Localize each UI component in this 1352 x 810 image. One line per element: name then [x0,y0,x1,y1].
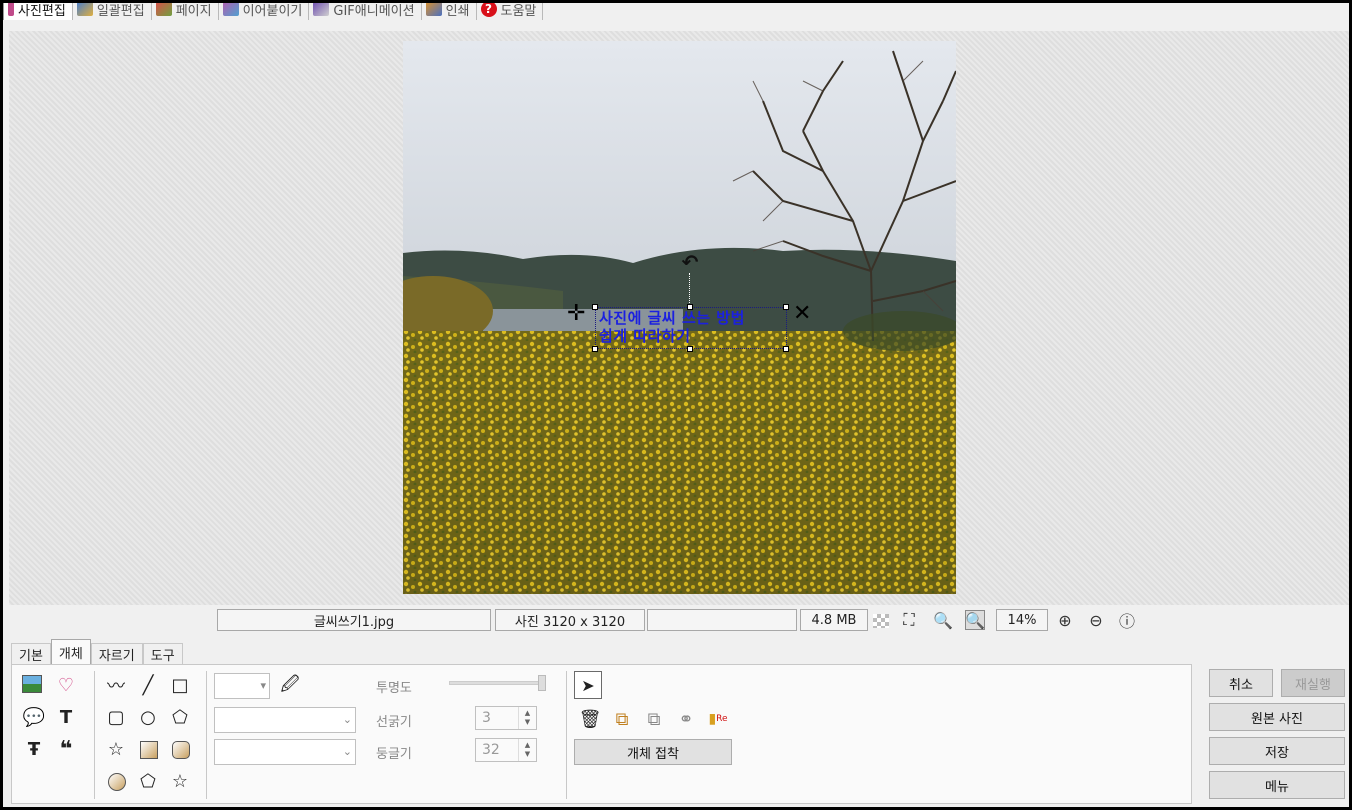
cancel-button[interactable]: 취소 [1209,669,1273,697]
app-window: 사진편집 일괄편집 페이지 이어붙이기 GIF애니메이션 인쇄 ? 도움말 ↶ … [3,3,1349,807]
status-bar: 글씨쓰기1.jpg 사진 3120 x 3120 4.8 MB ⛶ 🔍 🔍 14… [3,607,1349,633]
rectangle-icon[interactable]: □ [168,673,192,697]
text-icon[interactable]: T [54,705,78,729]
font-combo[interactable]: ⌄ [214,707,356,733]
opacity-slider[interactable] [449,675,546,691]
text-object-line1: 사진에 글씨 쓰는 방법 [599,309,745,327]
object-attach-button[interactable]: 개체 접착 [574,739,732,765]
pentagon-icon[interactable]: ⬠ [168,705,192,729]
status-zoom: 14% [996,609,1048,631]
zoom-out-icon[interactable]: ⊖ [1086,610,1106,630]
delete-trash-icon[interactable]: 🗑 [578,707,602,731]
help-icon: ? [480,3,497,17]
filled-pentagon-icon[interactable]: ⬠ [136,769,160,793]
resize-handle-tl[interactable] [592,304,598,310]
speech-bubble-icon[interactable]: 💬 [22,705,46,729]
sticker-heart-icon[interactable]: ♡ [54,673,78,697]
filled-octagon-icon[interactable] [172,741,190,759]
filled-circle-icon[interactable] [108,773,126,791]
color-picker-combo[interactable]: ▾ [214,673,270,699]
resize-handle-tc[interactable] [687,304,693,310]
move-icon[interactable]: ✛ [567,303,585,325]
resize-handle-tr[interactable] [783,304,789,310]
tab-print[interactable]: 인쇄 [422,3,477,20]
roundness-label: 둥글기 [376,747,412,762]
tab-photo-edit[interactable]: 사진편집 [3,3,73,20]
transparency-icon[interactable] [873,614,889,628]
circle-icon[interactable]: ○ [136,705,160,729]
status-filesize: 4.8 MB [800,609,868,631]
group-icon[interactable]: ⚭ [674,707,698,731]
status-filename: 글씨쓰기1.jpg [217,609,491,631]
tab-page[interactable]: 페이지 [152,3,219,20]
tab-crop[interactable]: 자르기 [90,643,143,665]
eyedropper-icon[interactable]: 🖉 [278,674,302,699]
zoom-actual-icon[interactable]: 🔍 [933,610,953,630]
pointer-icon[interactable]: ➤ [574,671,602,699]
star-outline-icon[interactable]: ☆ [168,769,192,793]
image-object-icon[interactable] [22,675,42,693]
tab-help[interactable]: ? 도움말 [477,3,544,20]
tab-basic[interactable]: 기본 [11,643,51,665]
batch-edit-icon [76,3,93,16]
zoom-fit-icon[interactable]: 🔍 [965,610,985,630]
tab-tools[interactable]: 도구 [142,643,183,665]
freehand-icon[interactable]: 〰 [104,673,128,697]
separator [566,671,567,799]
tab-batch-edit[interactable]: 일괄편집 [73,3,152,20]
photo-canvas[interactable]: ↶ ✛ ✕ 사진에 글씨 쓰는 방법 쉽게 따라하기 [9,31,1349,605]
status-dimensions: 사진 3120 x 3120 [495,609,645,631]
rotate-icon[interactable]: ↶ [679,251,701,273]
quote-icon[interactable]: ❝ [54,737,78,762]
rounded-rect-icon[interactable]: ▢ [104,705,128,729]
merge-icon [222,3,239,16]
send-back-icon[interactable]: ⧉ [642,707,666,731]
roundness-stepper[interactable]: 32 ▲ ▼ [475,738,537,762]
tab-object[interactable]: 개체 [50,639,91,665]
line-icon[interactable]: ╱ [136,673,160,697]
resize-handle-br[interactable] [783,346,789,352]
photo-edit-icon [8,3,14,16]
outlined-text-icon[interactable]: Ŧ [22,737,46,761]
line-width-stepper[interactable]: 3 ▲ ▼ [475,706,537,730]
filled-rect-icon[interactable] [140,741,158,759]
opacity-label: 투명도 [376,681,412,696]
star-icon[interactable]: ☆ [104,737,128,761]
resize-handle-bl[interactable] [592,346,598,352]
info-icon[interactable]: ⓘ [1117,610,1137,631]
reset-object-icon[interactable]: ▮ Re [706,707,730,731]
bring-front-icon[interactable]: ⧉ [610,707,634,731]
print-icon [425,3,442,16]
line-width-label: 선굵기 [376,715,412,730]
text-object[interactable]: 사진에 글씨 쓰는 방법 쉽게 따라하기 [595,307,787,349]
separator [206,671,207,799]
tab-gif-animation[interactable]: GIF애니메이션 [309,3,422,20]
top-tab-bar: 사진편집 일괄편집 페이지 이어붙이기 GIF애니메이션 인쇄 ? 도움말 [3,3,1349,25]
opacity-slider-knob[interactable] [538,675,546,691]
status-empty [647,609,797,631]
page-icon [155,3,172,16]
zoom-in-icon[interactable]: ⊕ [1055,610,1075,630]
original-photo-button[interactable]: 원본 사진 [1209,703,1345,731]
save-button[interactable]: 저장 [1209,737,1345,765]
text-object-line2: 쉽게 따라하기 [599,327,691,345]
rotate-guide-line [689,273,690,307]
panel-tab-bar: 기본 개체 자르기 도구 [11,639,183,665]
fit-screen-icon[interactable]: ⛶ [899,610,919,630]
gif-animation-icon [313,3,330,16]
resize-handle-bc[interactable] [687,346,693,352]
style-combo[interactable]: ⌄ [214,739,356,765]
menu-button[interactable]: 메뉴 [1209,771,1345,799]
redo-button[interactable]: 재실행 [1281,669,1345,697]
separator [94,671,95,799]
tab-merge[interactable]: 이어붙이기 [219,3,310,20]
delete-object-icon[interactable]: ✕ [793,303,811,325]
photo-image[interactable]: ↶ ✛ ✕ 사진에 글씨 쓰는 방법 쉽게 따라하기 [403,41,956,594]
object-panel: ♡ 💬 T Ŧ ❝ 〰 ╱ □ ▢ ○ ⬠ ☆ ⬠ ☆ ▾ 🖉 ⌄ ⌄ 투명도 … [11,664,1192,804]
